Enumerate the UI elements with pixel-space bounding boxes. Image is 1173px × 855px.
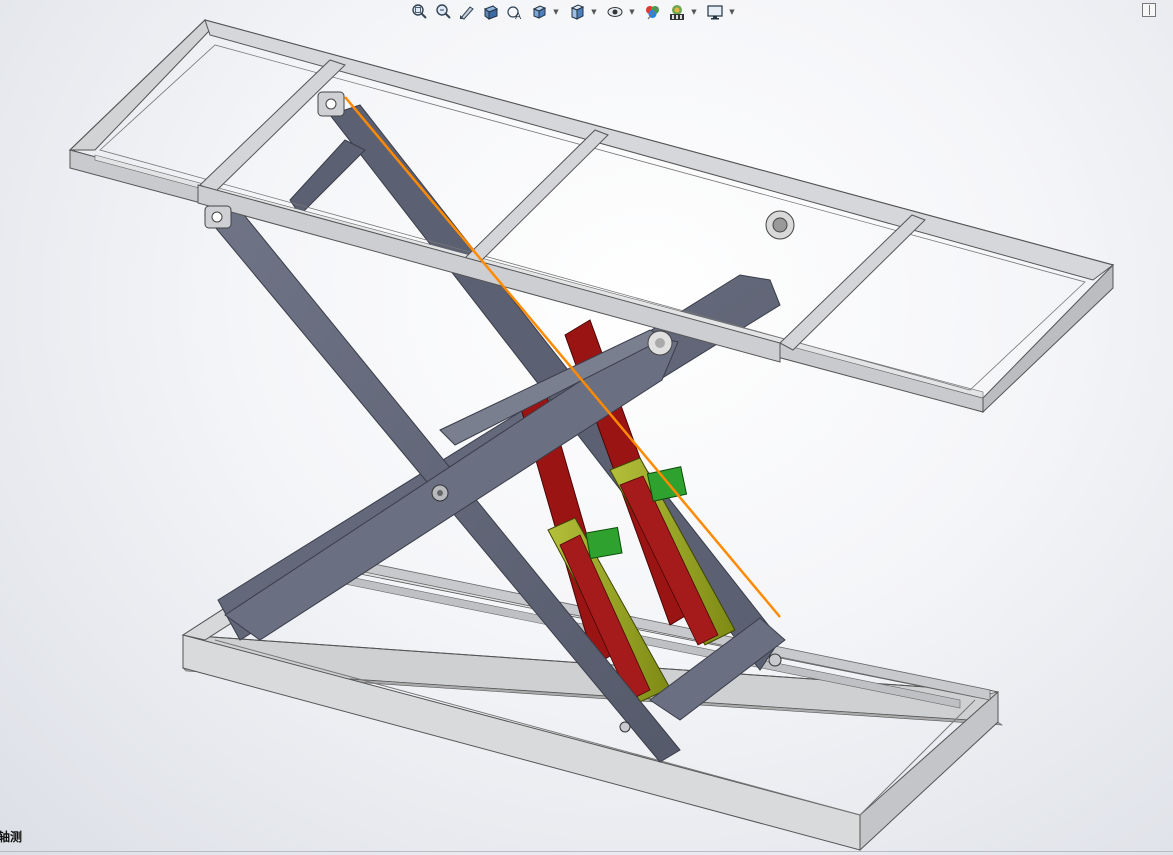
heads-up-view-toolbar: A ▼ ▼ ▼ ▼ ▼ <box>408 0 740 24</box>
section-view-icon[interactable] <box>480 1 502 23</box>
display-style-dropdown[interactable]: ▼ <box>590 1 598 23</box>
edit-appearance-icon[interactable] <box>642 1 664 23</box>
view-orientation-label: 轴测 <box>0 830 23 844</box>
roller-mid[interactable] <box>647 330 673 356</box>
cylinder-clamp-block-left <box>585 526 623 560</box>
cylinder-clamp-block-right <box>646 466 688 502</box>
svg-text:A: A <box>515 12 522 21</box>
zoom-to-area-icon[interactable] <box>432 1 454 23</box>
view-settings-dropdown[interactable]: ▼ <box>728 1 736 23</box>
center-pivot-pin[interactable] <box>431 484 449 502</box>
view-settings-icon[interactable] <box>704 1 726 23</box>
roller-top-right[interactable] <box>765 210 795 240</box>
dynamic-annotation-views-icon[interactable]: A <box>504 1 526 23</box>
display-style-icon[interactable] <box>566 1 588 23</box>
viewport-bottom-divider <box>0 851 1173 852</box>
apply-scene-dropdown[interactable]: ▼ <box>690 1 698 23</box>
apply-scene-icon[interactable] <box>666 1 688 23</box>
scissor-lift-model[interactable] <box>0 0 1173 855</box>
hide-show-items-dropdown[interactable]: ▼ <box>628 1 636 23</box>
graphics-viewport[interactable]: A ▼ ▼ ▼ ▼ ▼ 轴测 <box>0 0 1173 855</box>
previous-view-icon[interactable] <box>456 1 478 23</box>
task-pane-toggle-icon[interactable] <box>1142 3 1156 17</box>
view-orientation-dropdown[interactable]: ▼ <box>552 1 560 23</box>
zoom-to-fit-icon[interactable] <box>408 1 430 23</box>
hide-show-items-icon[interactable] <box>604 1 626 23</box>
view-orientation-icon[interactable] <box>528 1 550 23</box>
